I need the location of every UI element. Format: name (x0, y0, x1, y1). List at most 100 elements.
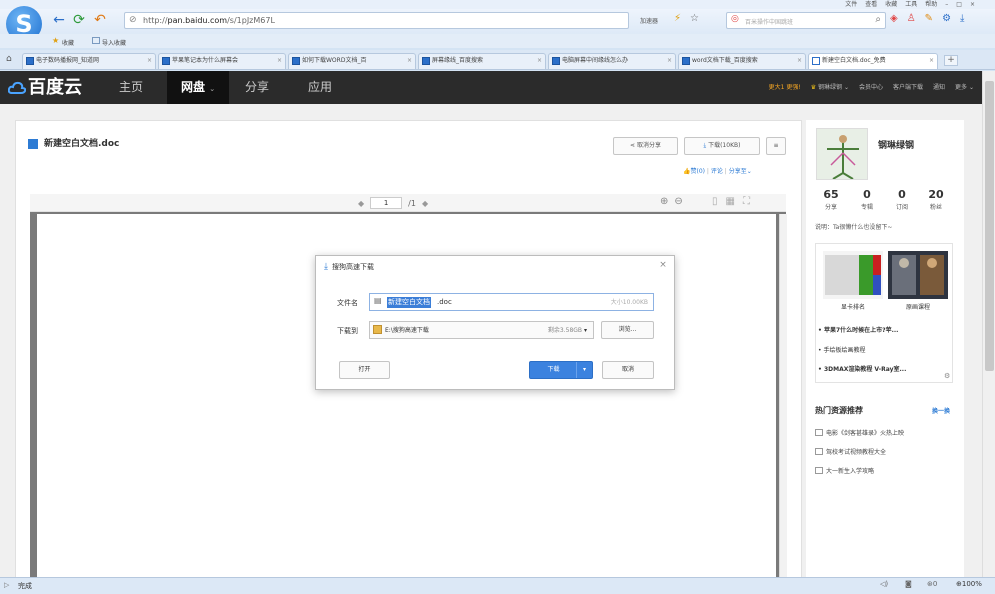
share-icon: ⋖ (630, 142, 636, 149)
tab-4[interactable]: 电脑屏幕中间缘线怎么办 × (548, 53, 676, 69)
tab-3[interactable]: 屏幕缘线_百度搜索 × (418, 53, 546, 69)
tab-close-icon[interactable]: × (147, 54, 152, 68)
dialog-download-label[interactable]: 下载 (530, 362, 577, 378)
hot-item-0[interactable]: 电影《剑客甚雄录》火热上映 (815, 428, 904, 437)
hot-item-1[interactable]: 驾校考试视频教程大全 (815, 447, 886, 456)
pen-icon[interactable]: ✎ (925, 13, 933, 24)
tab-close-icon[interactable]: × (797, 54, 802, 68)
thumb-gpu-ranking[interactable] (823, 251, 883, 299)
viewer-scrollbar[interactable] (779, 214, 787, 580)
dialog-download-button[interactable]: 下载 ▾ (529, 361, 593, 379)
prev-page-icon[interactable]: ◆ (358, 199, 364, 208)
page-scrollbar[interactable] (982, 71, 995, 577)
star-icon[interactable]: ☆ (690, 13, 699, 24)
hot-item-2[interactable]: 大一新生入学攻略 (815, 466, 874, 475)
minimize-icon[interactable]: – (945, 0, 948, 9)
avatar[interactable] (816, 128, 868, 180)
import-favorites-button[interactable]: 导入收藏 (102, 38, 126, 47)
extension-icon[interactable]: ◈ (890, 13, 898, 24)
search-input[interactable]: ◎ 百米操作中国跳班 ⌕ (726, 12, 886, 29)
grid-view-icon[interactable]: ▦ (726, 196, 735, 207)
tab-close-icon[interactable]: × (277, 54, 282, 68)
address-bar[interactable]: ⊘ http://pan.baidu.com/s/1pJzM67L (124, 12, 629, 29)
menu-file[interactable]: 文件 (845, 0, 857, 9)
tab-2[interactable]: 如何下载WORD文档_百 × (288, 53, 416, 69)
tab-close-icon[interactable]: × (407, 54, 412, 68)
promo-link[interactable]: 更大1 更强! (769, 71, 801, 104)
zoom-in-icon[interactable]: ⊕ (660, 196, 668, 207)
download-manager-icon[interactable]: ⤓ (960, 13, 964, 24)
browse-button[interactable]: 浏览... (601, 321, 654, 339)
sound-icon[interactable]: ◁) (880, 580, 888, 588)
search-icon[interactable]: ⌕ (875, 14, 881, 25)
tab-close-icon[interactable]: × (537, 54, 542, 68)
menu-favorites[interactable]: 收藏 (885, 0, 897, 9)
nav-home[interactable]: 主页 (119, 71, 143, 104)
thumb-art-course[interactable] (888, 251, 948, 299)
share-link-0[interactable]: • 苹果7什么时候在上市?苹... (818, 325, 898, 334)
next-page-icon[interactable]: ◆ (422, 199, 428, 208)
download-button[interactable]: ⤓ 下载(10KB) (684, 137, 760, 155)
new-tab-button[interactable]: + (944, 55, 958, 66)
tab-favicon-icon (552, 57, 560, 65)
stat-fans[interactable]: 20 粉丝 (921, 188, 951, 214)
like-link[interactable]: 👍赞(0) (683, 168, 705, 175)
tab-1[interactable]: 苹果笔记本为什么屏幕会 × (158, 53, 286, 69)
download-status[interactable]: ⊛0 (927, 580, 937, 588)
refresh-hot-link[interactable]: 换一换 (932, 406, 950, 415)
lightning-icon[interactable]: ⚡ (674, 13, 681, 24)
download-dir-select[interactable]: E:\搜狗高速下载 剩余3.58GB ▾ (369, 321, 594, 339)
page-number-input[interactable]: 1 (370, 197, 403, 209)
more-link[interactable]: 更多 ⌄ (955, 71, 974, 104)
stat-albums[interactable]: 0 专辑 (852, 188, 882, 214)
close-window-icon[interactable]: × (970, 0, 975, 9)
accelerator-label[interactable]: 加速器 (640, 16, 658, 25)
zoom-level[interactable]: ⊕100% (956, 580, 982, 588)
single-page-icon[interactable]: ▯ (712, 196, 718, 207)
download-options-arrow-icon[interactable]: ▾ (576, 362, 592, 378)
member-center-link[interactable]: 会员中心 (859, 71, 883, 104)
tab-5[interactable]: word文档下载_百度搜索 × (678, 53, 806, 69)
favorites-button[interactable]: 收藏 (62, 38, 74, 47)
user-name[interactable]: 钢琳绿钢 (878, 138, 914, 151)
tab-0[interactable]: 电子数码播报网_知道网 × (22, 53, 156, 69)
maximize-icon[interactable]: □ (956, 0, 962, 9)
menu-help[interactable]: 帮助 (925, 0, 937, 9)
undo-icon[interactable]: ↶ (91, 11, 109, 29)
client-download-link[interactable]: 客户端下载 (893, 71, 923, 104)
settings-icon[interactable]: ⚙ (942, 13, 951, 24)
menu-tools[interactable]: 工具 (905, 0, 917, 9)
baidu-cloud-logo[interactable]: 百度云 (8, 77, 82, 99)
screenshot-icon[interactable]: ◙ (905, 580, 912, 588)
stat-subscriptions[interactable]: 0 订阅 (887, 188, 917, 214)
tab-6-active[interactable]: 新建空白文档.doc_免费 × (808, 53, 938, 69)
comment-link[interactable]: 评论 (711, 168, 723, 175)
cancel-share-button[interactable]: ⋖ 取消分享 (613, 137, 678, 155)
nav-share[interactable]: 分享 (245, 71, 269, 104)
back-icon[interactable]: ← (50, 11, 68, 29)
share-to-link[interactable]: 分享至⌄ (729, 168, 752, 175)
dialog-cancel-button[interactable]: 取消 (602, 361, 654, 379)
favorites-bar: ★ 收藏 导入收藏 (0, 34, 995, 48)
nav-netdisk[interactable]: 网盘 ⌄ (167, 71, 230, 104)
open-button[interactable]: 打开 (339, 361, 390, 379)
notifications-link[interactable]: 通知 (933, 71, 945, 104)
dialog-close-icon[interactable]: × (657, 260, 669, 270)
refresh-icon[interactable]: ⟳ (70, 11, 88, 29)
zoom-out-icon[interactable]: ⊖ (674, 196, 682, 207)
tab-close-icon[interactable]: × (929, 54, 934, 68)
home-icon[interactable]: ⌂ (6, 54, 12, 64)
share-link-2[interactable]: • 3DMAX渲染教程 V-Ray室... (818, 364, 906, 373)
share-link-1[interactable]: • 手绘板绘画教程 (818, 345, 865, 354)
more-options-button[interactable]: ≡ (766, 137, 786, 155)
tab-close-icon[interactable]: × (667, 54, 672, 68)
stat-shares[interactable]: 65 分享 (816, 188, 846, 214)
fullscreen-icon[interactable]: ⛶ (743, 196, 750, 207)
filename-field[interactable]: ▤ 新建空白文档 .doc 大小10.00KB (369, 293, 654, 311)
scrollbar-thumb[interactable] (985, 81, 994, 371)
user-icon[interactable]: ♙ (907, 13, 916, 24)
username-menu[interactable]: ♛ 钢琳绿钢 ⌄ (811, 71, 849, 104)
menu-view[interactable]: 查看 (865, 0, 877, 9)
nav-apps[interactable]: 应用 (308, 71, 332, 104)
panel-settings-icon[interactable]: ⚙ (944, 372, 950, 380)
